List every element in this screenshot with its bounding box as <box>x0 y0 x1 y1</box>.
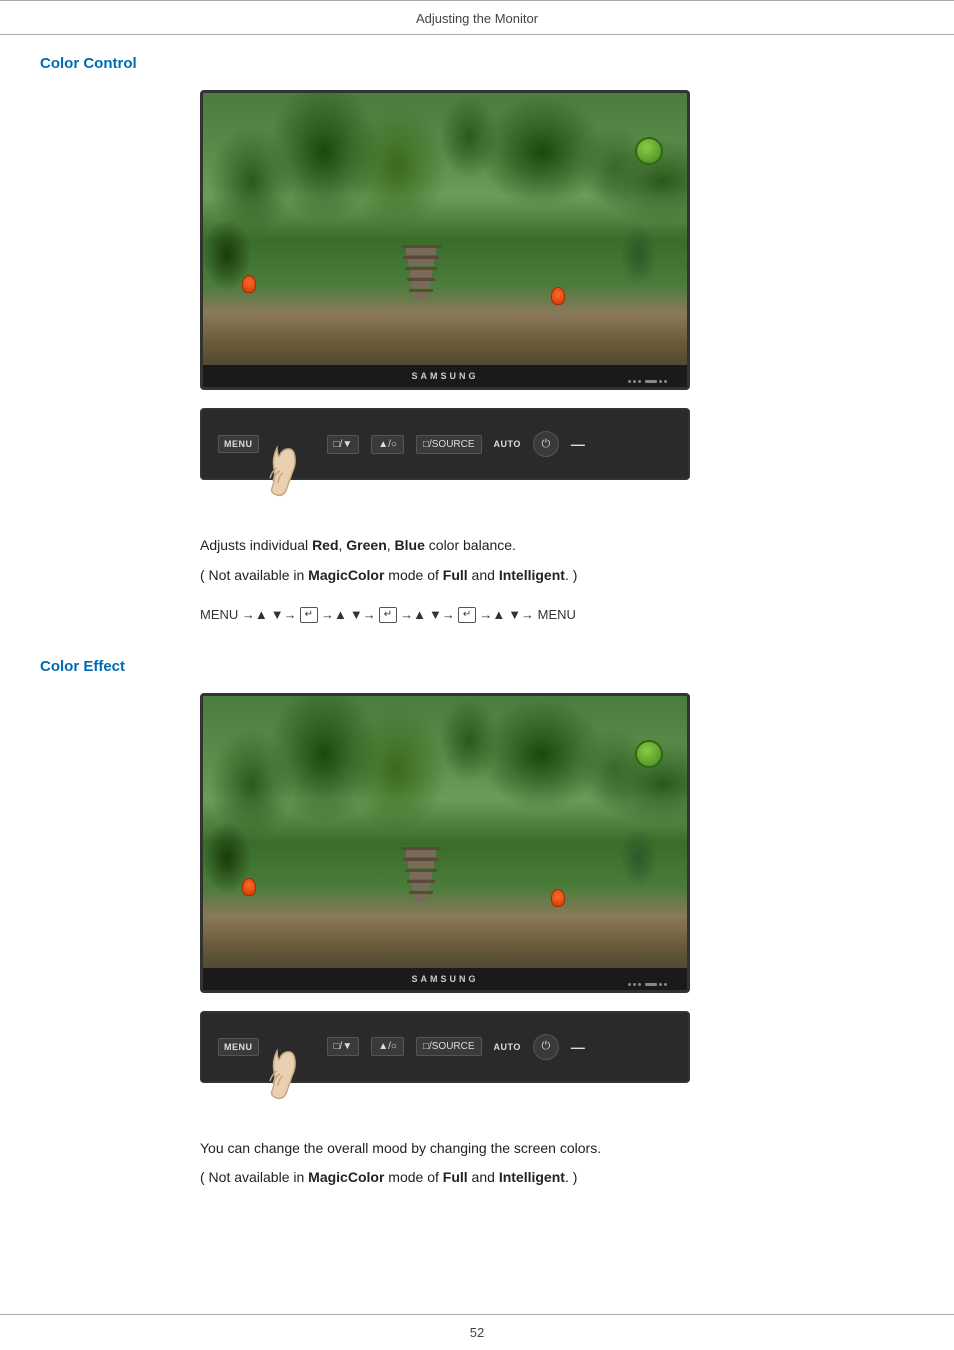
remote-btn-source-2: □/SOURCE <box>416 1037 482 1056</box>
remote-btn-source-1: □/SOURCE <box>416 435 482 454</box>
desc-note-2: ( Not available in MagicColor mode of Fu… <box>200 1166 914 1190</box>
remote-minus-1: — <box>571 436 585 452</box>
desc-line-2: You can change the overall mood by chang… <box>200 1137 914 1161</box>
monitor-bottom-bar-1: SAMSUNG <box>203 365 687 387</box>
remote-power-1: ⏻ <box>533 431 559 457</box>
menu-sequence-1: MENU →▲ ▼→ ↵ →▲ ▼→ ↵ →▲ ▼→ ↵ →▲ ▼→ MENU <box>200 602 914 628</box>
monitor-screen-2: SAMSUNG <box>200 693 690 993</box>
garden-bg-2 <box>203 696 687 990</box>
section-color-effect: Color Effect <box>40 658 914 1191</box>
remote-btn-box-down-1: □/▼ <box>327 435 360 454</box>
remote-btn-up-circle-2: ▲/○ <box>371 1037 404 1056</box>
monitor-image-color-effect: SAMSUNG <box>200 693 914 993</box>
remote-panel-1: MENU □/▼ ▲/○ □/SOURCE <box>200 408 690 480</box>
monitor-dots-1 <box>628 380 667 383</box>
remote-controls-2: □/▼ ▲/○ □/SOURCE AUTO ⏻ — <box>327 1034 585 1060</box>
remote-minus-2: — <box>571 1039 585 1055</box>
section-title-color-control: Color Control <box>40 55 914 72</box>
green-circle-2 <box>635 740 663 768</box>
desc-color-effect: You can change the overall mood by chang… <box>200 1137 914 1191</box>
section-title-color-effect: Color Effect <box>40 658 914 675</box>
desc-note-1: ( Not available in MagicColor mode of Fu… <box>200 564 914 588</box>
remote-power-2: ⏻ <box>533 1034 559 1060</box>
desc-line-1: Adjusts individual Red, Green, Blue colo… <box>200 534 914 558</box>
remote-menu-label-1: MENU <box>218 435 259 453</box>
remote-btn-box-down-2: □/▼ <box>327 1037 360 1056</box>
pagoda-1 <box>406 245 436 305</box>
hand-illustration-1 <box>262 443 302 493</box>
remote-auto-2: AUTO <box>494 1042 521 1052</box>
desc-color-control: Adjusts individual Red, Green, Blue colo… <box>200 534 914 588</box>
garden-overlay-1 <box>203 93 687 387</box>
green-circle-1 <box>635 137 663 165</box>
monitor-dots-2 <box>628 983 667 986</box>
remote-menu-label-2: MENU <box>218 1038 259 1056</box>
monitor-bottom-bar-2: SAMSUNG <box>203 968 687 990</box>
page-footer: 52 <box>0 1314 954 1350</box>
scene-1 <box>203 93 687 387</box>
lantern-right <box>551 287 565 305</box>
scene-2 <box>203 696 687 990</box>
monitor-image-color-control: SAMSUNG <box>200 90 914 390</box>
remote-controls-1: □/▼ ▲/○ □/SOURCE AUTO ⏻ — <box>327 431 585 457</box>
section-color-control: Color Control <box>40 55 914 628</box>
samsung-logo-1: SAMSUNG <box>411 371 478 381</box>
monitor-screen-1: SAMSUNG <box>200 90 690 390</box>
hand-illustration-2 <box>262 1046 302 1096</box>
remote-panel-2: MENU □/▼ ▲/○ □/SOURCE AUT <box>200 1011 690 1083</box>
remote-auto-1: AUTO <box>494 439 521 449</box>
page-number: 52 <box>470 1325 484 1340</box>
garden-overlay-2 <box>203 696 687 990</box>
samsung-logo-2: SAMSUNG <box>411 974 478 984</box>
header-title: Adjusting the Monitor <box>416 11 538 26</box>
pagoda-2 <box>406 847 436 907</box>
page-header: Adjusting the Monitor <box>0 0 954 35</box>
remote-btn-up-circle-1: ▲/○ <box>371 435 404 454</box>
garden-bg-1 <box>203 93 687 387</box>
